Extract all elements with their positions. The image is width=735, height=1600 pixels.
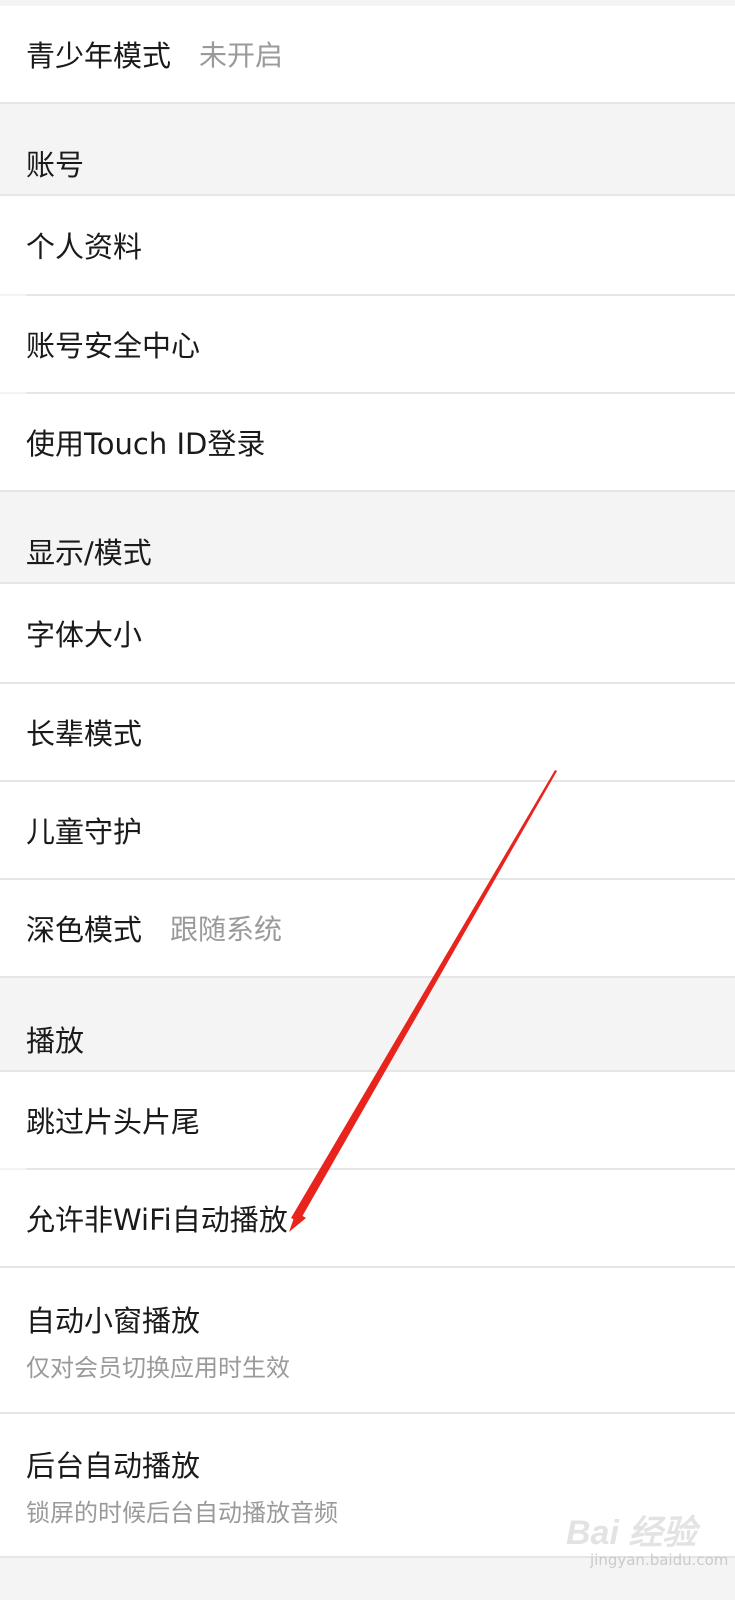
elder-mode-label: 长辈模式 [26, 717, 143, 751]
section-title-display: 显示/模式 [26, 536, 152, 570]
font-size-label: 字体大小 [26, 618, 143, 652]
background-autoplay-label: 后台自动播放 [26, 1448, 201, 1483]
pip-autoplay-label: 自动小窗播放 [26, 1303, 201, 1338]
touch-id-row[interactable]: 使用Touch ID登录 [0, 394, 735, 490]
non-wifi-autoplay-label: 允许非WiFi自动播放 [26, 1203, 288, 1237]
teen-mode-value: 未开启 [199, 39, 284, 72]
font-size-row[interactable]: 字体大小 [0, 584, 735, 682]
skip-intro-label: 跳过片头片尾 [26, 1105, 201, 1139]
pip-autoplay-row[interactable]: 自动小窗播放 仅对会员切换应用时生效 [0, 1268, 735, 1412]
child-guard-label: 儿童守护 [26, 815, 143, 849]
account-security-row[interactable]: 账号安全中心 [0, 296, 735, 392]
section-header-account: 账号 [0, 104, 735, 194]
non-wifi-autoplay-row[interactable]: 允许非WiFi自动播放 [0, 1170, 735, 1266]
section-title-playback: 播放 [26, 1024, 85, 1058]
section-title-account: 账号 [26, 148, 85, 182]
top-edge [0, 0, 735, 5]
child-guard-row[interactable]: 儿童守护 [0, 782, 735, 878]
elder-mode-row[interactable]: 长辈模式 [0, 684, 735, 780]
skip-intro-row[interactable]: 跳过片头片尾 [0, 1072, 735, 1168]
dark-mode-value: 跟随系统 [170, 913, 283, 946]
dark-mode-row[interactable]: 深色模式 跟随系统 [0, 880, 735, 976]
pip-autoplay-description: 仅对会员切换应用时生效 [26, 1353, 290, 1382]
teen-mode-row[interactable]: 青少年模式 未开启 [0, 6, 735, 102]
section-header-display: 显示/模式 [0, 492, 735, 582]
profile-row[interactable]: 个人资料 [0, 196, 735, 294]
baidu-jingyan-watermark: Bai 经验 jingyan.baidu.com [560, 1505, 730, 1585]
watermark-url: jingyan.baidu.com [590, 1551, 729, 1569]
watermark-brand: Bai 经验 [566, 1514, 697, 1552]
section-header-playback: 播放 [0, 978, 735, 1070]
profile-label: 个人资料 [26, 230, 143, 264]
account-security-label: 账号安全中心 [26, 329, 201, 363]
dark-mode-label: 深色模式 [26, 913, 143, 947]
settings-page: 青少年模式 未开启 账号 个人资料 账号安全中心 使用Touch ID登录 显示… [0, 0, 735, 1600]
background-autoplay-description: 锁屏的时候后台自动播放音频 [26, 1498, 338, 1527]
touch-id-label: 使用Touch ID登录 [26, 427, 266, 461]
teen-mode-label: 青少年模式 [26, 39, 172, 73]
